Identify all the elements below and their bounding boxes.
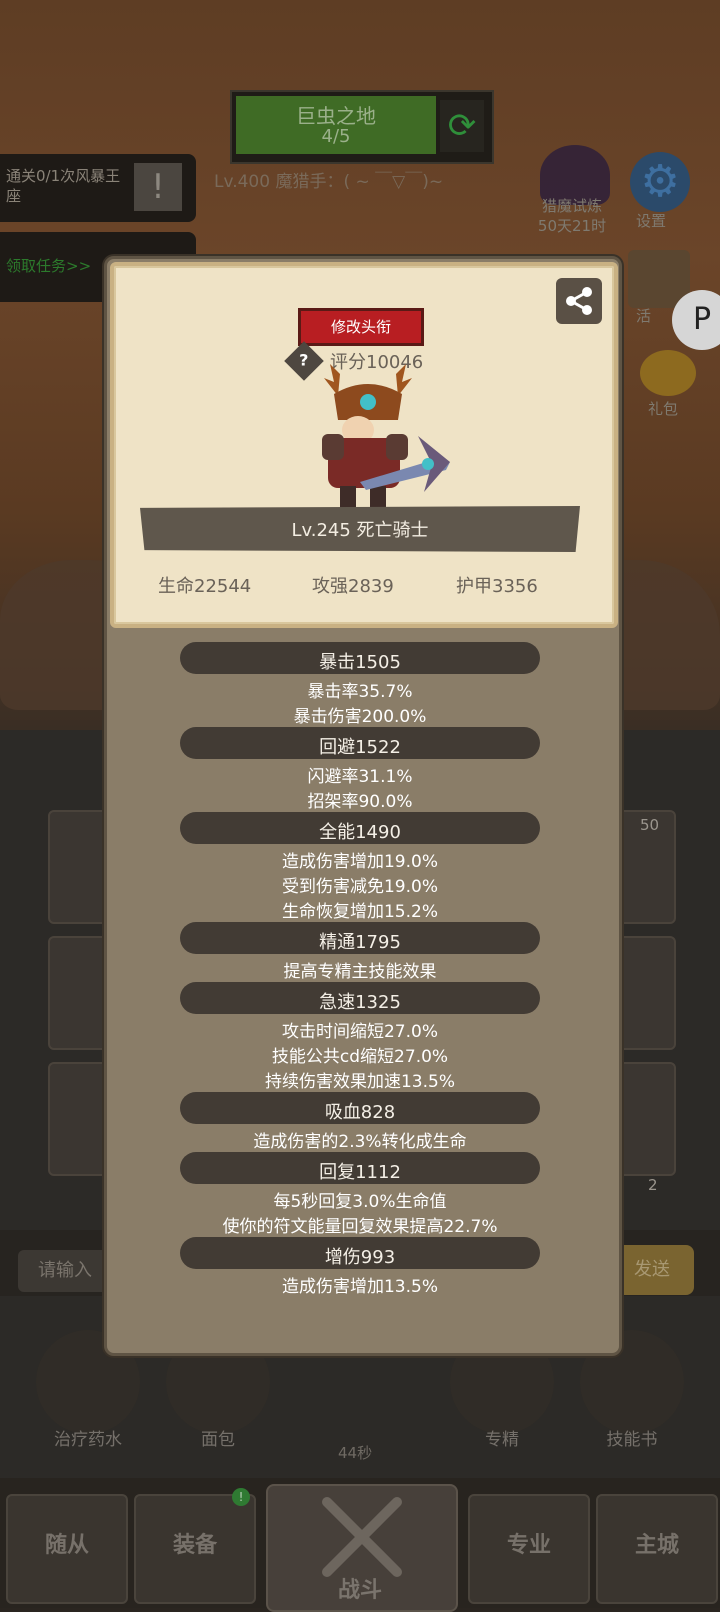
- tab-equipment[interactable]: 装备: [134, 1494, 256, 1604]
- stat-detail: 造成伤害增加13.5%: [281, 1277, 438, 1297]
- stat-detail: 暴击率35.7%: [307, 682, 413, 702]
- tab-battle-label: 战斗: [337, 1578, 382, 1603]
- tab-followers[interactable]: 随从: [6, 1494, 128, 1604]
- mastery-label: 专精: [485, 1430, 519, 1450]
- stat-leech: 吸血828: [324, 1102, 396, 1123]
- stat-detail: 招架率90.0%: [307, 792, 413, 812]
- stage-progress: 4/5: [321, 126, 351, 147]
- bread-label: 面包: [201, 1430, 235, 1450]
- notification-badge: !: [232, 1488, 250, 1506]
- stat-damage-bonus: 增伤993: [324, 1247, 396, 1268]
- stat-detail: 造成伤害的2.3%转化成生命: [253, 1132, 467, 1152]
- stat-detail: 受到伤害减免19.0%: [281, 877, 438, 897]
- stat-detail: 每5秒回复3.0%生命值: [273, 1192, 447, 1212]
- share-icon: [566, 287, 592, 315]
- tab-city[interactable]: 主城: [596, 1494, 718, 1604]
- share-button[interactable]: [556, 278, 602, 324]
- stat-crit: 暴击1505: [319, 652, 401, 673]
- edit-title-button[interactable]: 修改头衔: [298, 308, 424, 346]
- player-title: Lv.400 魔猎手：( ~ ￣▽￣)~: [214, 172, 444, 192]
- send-button[interactable]: 发送: [610, 1245, 694, 1295]
- refresh-icon[interactable]: ⟳: [440, 100, 484, 152]
- hp-stat: 生命22544: [158, 576, 252, 597]
- events-label: 活: [636, 307, 652, 325]
- quest-text: 通关0/1次风暴王座: [6, 167, 121, 205]
- attack-power-stat: 攻强2839: [312, 576, 394, 597]
- battle-timer: 44秒: [338, 1444, 373, 1462]
- stat-recovery: 回复1112: [319, 1162, 401, 1183]
- stat-detail: 技能公共cd缩短27.0%: [271, 1047, 449, 1067]
- stage-name: 巨虫之地: [296, 104, 376, 128]
- death-knight-character: [322, 364, 450, 508]
- stat-versatility: 全能1490: [319, 822, 401, 843]
- stat-detail: 生命恢复增加15.2%: [281, 902, 438, 922]
- tab-profession[interactable]: 专业: [468, 1494, 590, 1604]
- exclamation-icon[interactable]: !: [134, 163, 182, 211]
- slot-badge: 2: [648, 1176, 658, 1194]
- armor-stat: 护甲3356: [456, 576, 538, 597]
- crossed-swords-icon: [322, 1497, 402, 1577]
- hero-name: Lv.245 死亡骑士: [291, 520, 429, 541]
- stat-detail: 造成伤害增加19.0%: [281, 852, 438, 872]
- trial-label: 猎魔试炼 50天21时: [522, 196, 622, 236]
- claim-quest-link[interactable]: 领取任务>>: [6, 255, 91, 276]
- stat-detail: 提高专精主技能效果: [283, 962, 437, 982]
- slot-badge: 50: [640, 816, 660, 834]
- potion-label: 治疗药水: [54, 1430, 122, 1450]
- gift-label: 礼包: [648, 400, 679, 418]
- stat-detail: 攻击时间缩短27.0%: [281, 1022, 438, 1042]
- settings-label: 设置: [636, 212, 667, 230]
- stat-detail: 持续伤害效果加速13.5%: [264, 1072, 455, 1092]
- stat-haste: 急速1325: [319, 992, 401, 1013]
- skill-book-label: 技能书: [606, 1430, 658, 1450]
- trial-time: 50天21时: [537, 217, 607, 235]
- stat-detail: 暴击伤害200.0%: [293, 707, 427, 727]
- gift-icon[interactable]: [640, 350, 696, 396]
- stat-detail: 使你的符文能量回复效果提高22.7%: [222, 1217, 498, 1237]
- stat-avoidance: 回避1522: [319, 737, 401, 758]
- stat-mastery: 精通1795: [319, 932, 401, 953]
- stat-detail: 闪避率31.1%: [307, 767, 413, 787]
- gear-icon[interactable]: ⚙: [630, 152, 690, 212]
- trial-name: 猎魔试炼: [541, 197, 602, 215]
